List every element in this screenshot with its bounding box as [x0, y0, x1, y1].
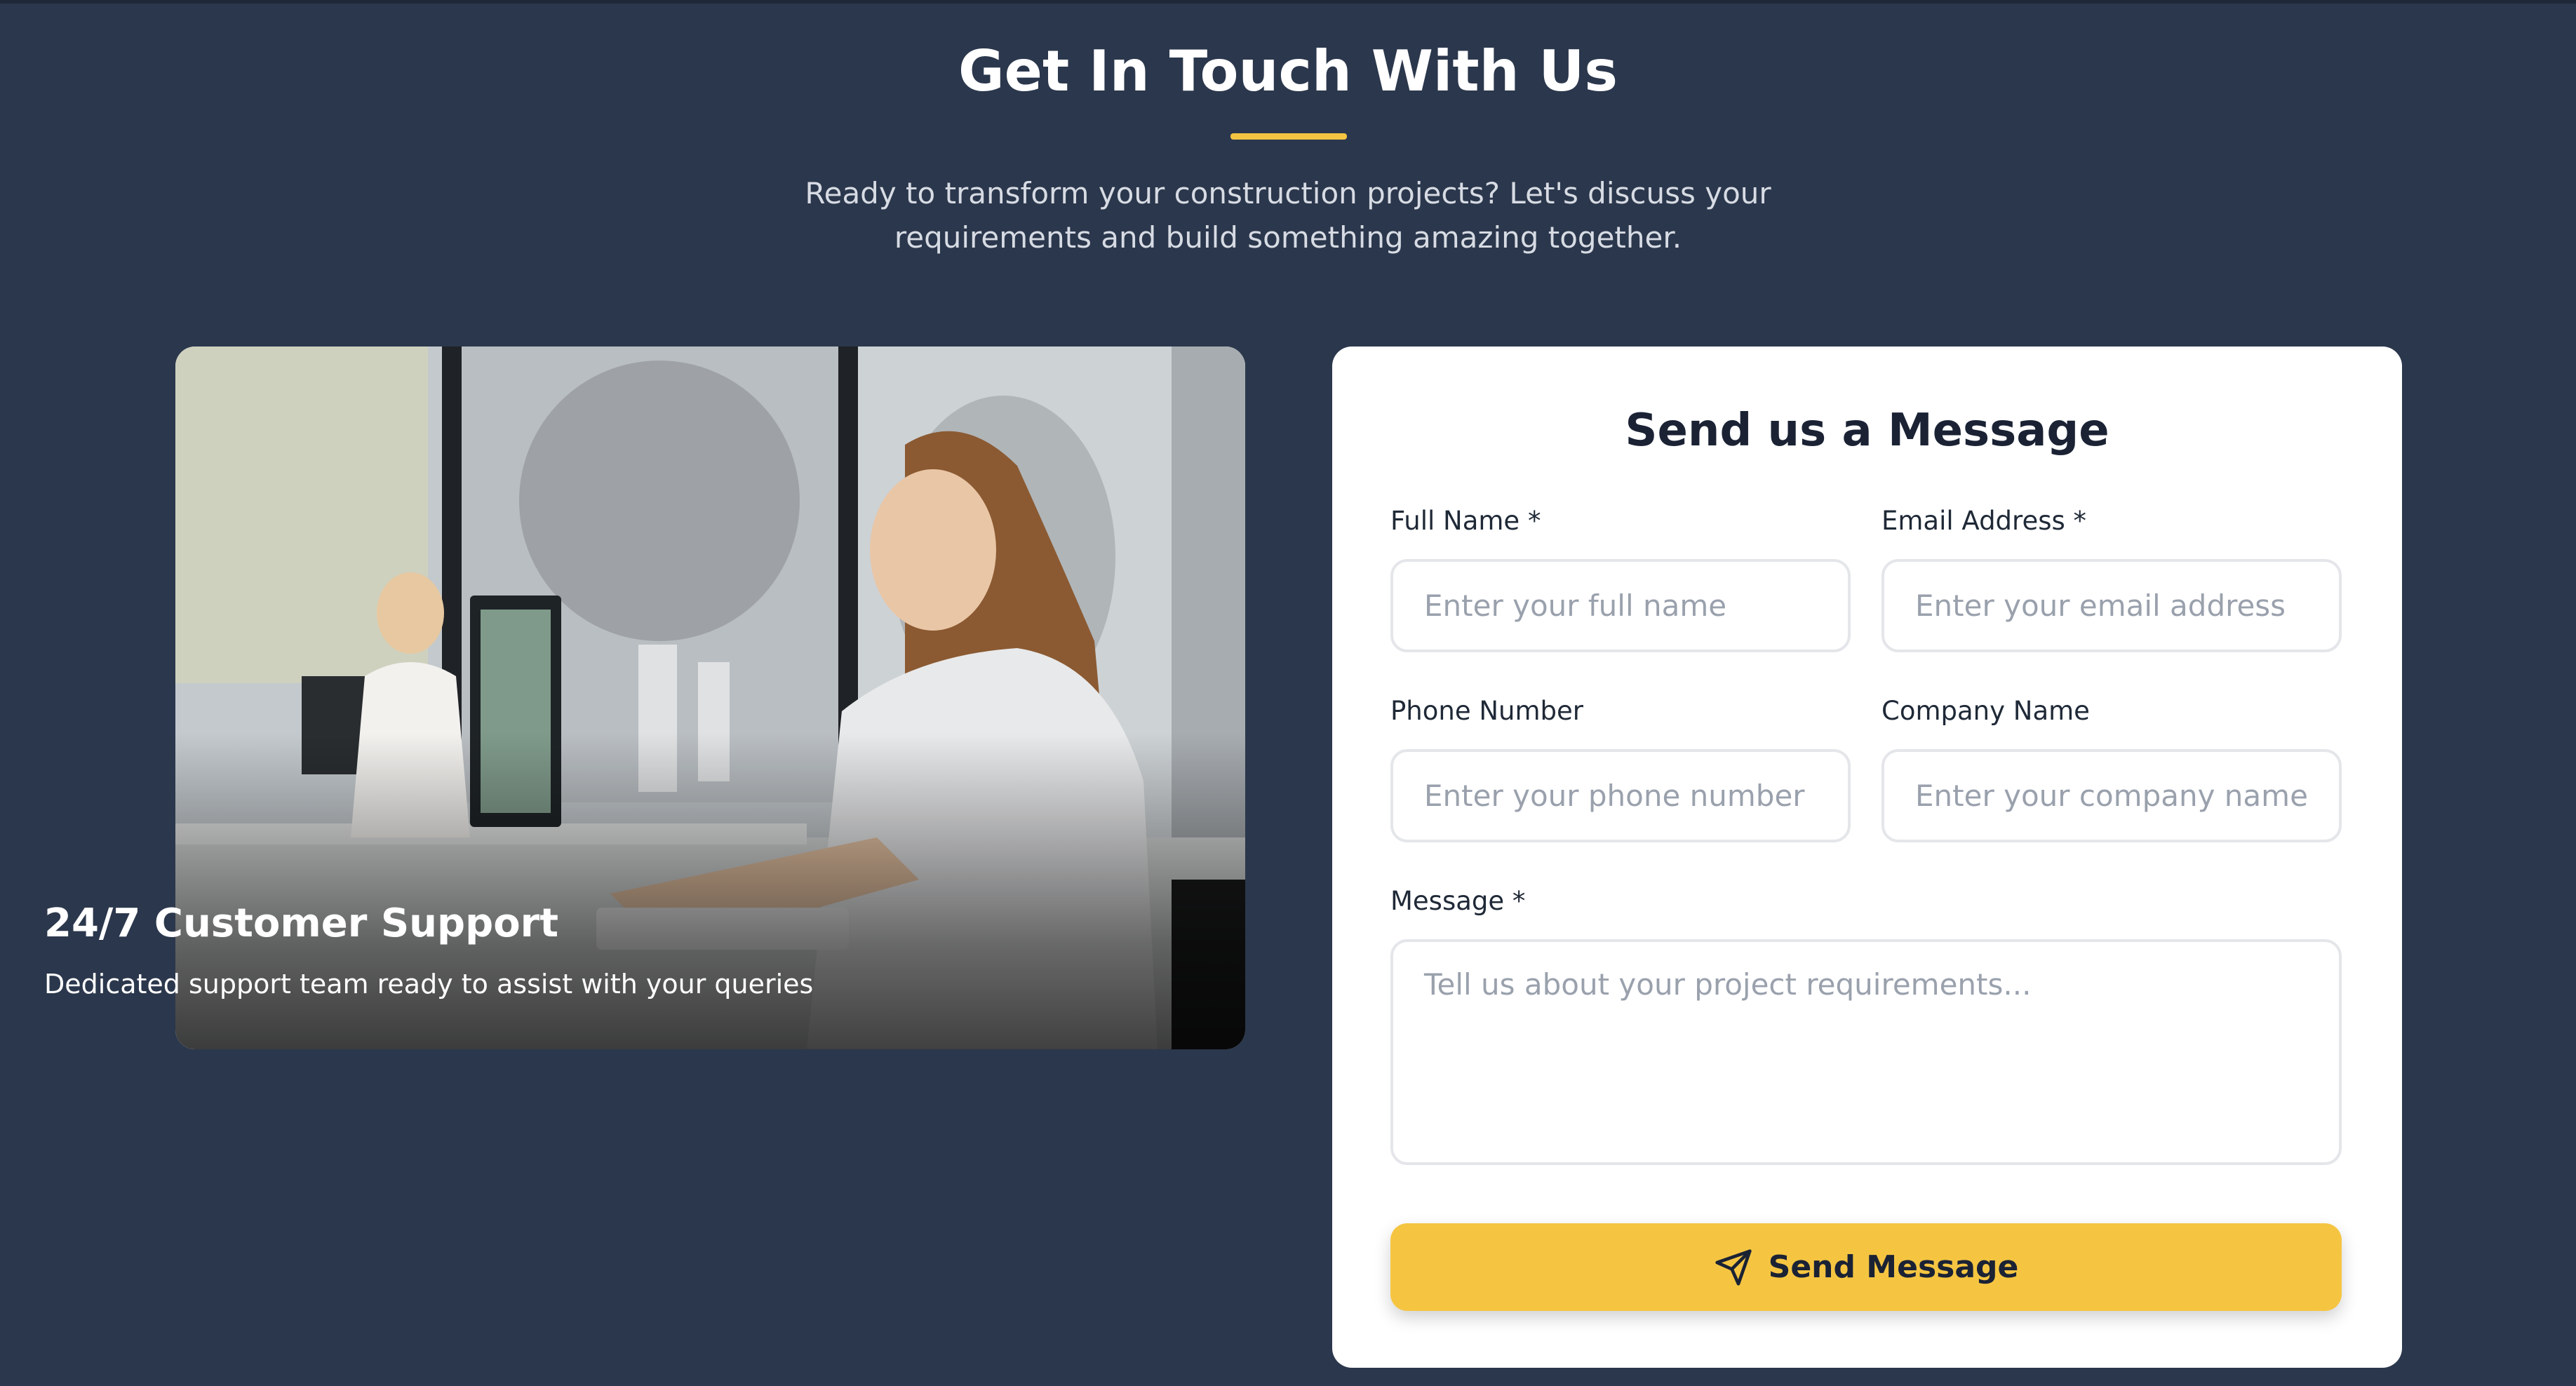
company-label: Company Name [1881, 696, 2090, 726]
phone-input[interactable] [1390, 749, 1851, 842]
message-textarea[interactable] [1390, 939, 2342, 1165]
send-icon [1715, 1249, 1752, 1286]
email-label: Email Address * [1881, 506, 2087, 536]
support-card-title: 24/7 Customer Support [44, 901, 559, 946]
company-input[interactable] [1881, 749, 2342, 842]
email-input[interactable] [1881, 559, 2342, 652]
message-label: Message * [1390, 886, 1526, 916]
full-name-input[interactable] [1390, 559, 1851, 652]
send-message-label: Send Message [1768, 1249, 2019, 1285]
support-card-description: Dedicated support team ready to assist w… [44, 969, 814, 1000]
section-subtitle: Ready to transform your construction pro… [772, 171, 1804, 260]
subtitle-line-2: requirements and build something amazing… [894, 220, 1682, 255]
section-title: Get In Touch With Us [958, 39, 1618, 104]
contact-form: Send us a Message Full Name * Email Addr… [1332, 346, 2402, 1368]
top-divider [0, 0, 2576, 4]
subtitle-line-1: Ready to transform your construction pro… [805, 176, 1771, 210]
phone-label: Phone Number [1390, 696, 1584, 726]
title-accent-bar [1230, 133, 1347, 140]
contact-section: Get In Touch With Us Ready to transform … [0, 0, 2576, 1386]
full-name-label: Full Name * [1390, 506, 1541, 536]
send-message-button[interactable]: Send Message [1390, 1223, 2342, 1311]
form-title: Send us a Message [1625, 405, 2109, 457]
